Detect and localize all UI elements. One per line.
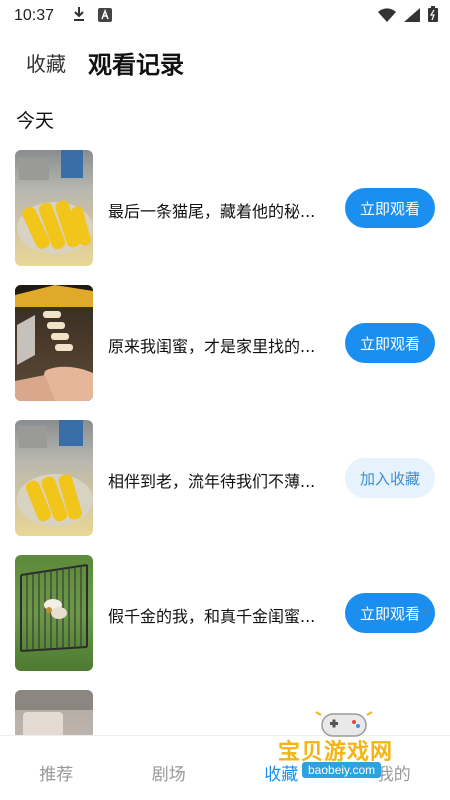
battery-icon — [428, 6, 438, 26]
video-title: 假千金的我，和真千金闺蜜... — [108, 607, 316, 626]
history-list: 最后一条猫尾，藏着他的秘... 立即观看 原来我闺蜜，才是家里找的... 立即观… — [0, 150, 450, 800]
nav-recommend[interactable]: 推荐 — [0, 736, 113, 800]
tab-favorites[interactable]: 收藏 — [26, 48, 66, 77]
video-title: 相伴到老，流年待我们不薄... — [108, 472, 316, 491]
status-bar: 10:37 — [0, 0, 450, 32]
download-icon — [72, 6, 86, 26]
list-item[interactable]: 相伴到老，流年待我们不薄... 加入收藏 — [0, 420, 450, 555]
list-item[interactable]: 最后一条猫尾，藏着他的秘... 立即观看 — [0, 150, 450, 285]
header-tabs: 收藏 观看记录 — [0, 40, 450, 84]
watch-now-button[interactable]: 立即观看 — [345, 593, 435, 633]
list-item[interactable]: 假千金的我，和真千金闺蜜... 立即观看 — [0, 555, 450, 690]
list-item[interactable]: 原来我闺蜜，才是家里找的... 立即观看 — [0, 285, 450, 420]
watch-now-button[interactable]: 立即观看 — [345, 323, 435, 363]
wifi-icon — [378, 7, 396, 26]
watch-now-button[interactable]: 立即观看 — [345, 188, 435, 228]
video-thumbnail[interactable] — [15, 420, 93, 536]
video-title: 最后一条猫尾，藏着他的秘... — [108, 202, 316, 221]
add-to-favorites-button[interactable]: 加入收藏 — [345, 458, 435, 498]
signal-icon — [404, 7, 420, 26]
nav-theater[interactable]: 剧场 — [113, 736, 226, 800]
section-title-today: 今天 — [16, 110, 55, 132]
nav-mine[interactable]: 我的 — [338, 736, 450, 800]
video-thumbnail[interactable] — [15, 150, 93, 266]
video-title: 原来我闺蜜，才是家里找的... — [108, 337, 316, 356]
tab-watch-history[interactable]: 观看记录 — [88, 45, 184, 80]
nav-favorites[interactable]: 收藏 — [225, 736, 338, 800]
video-thumbnail[interactable] — [15, 555, 93, 671]
video-thumbnail[interactable] — [15, 285, 93, 401]
status-time: 10:37 — [14, 7, 55, 24]
font-icon — [98, 7, 113, 26]
bottom-navigation: 推荐 剧场 收藏 我的 — [0, 735, 450, 800]
